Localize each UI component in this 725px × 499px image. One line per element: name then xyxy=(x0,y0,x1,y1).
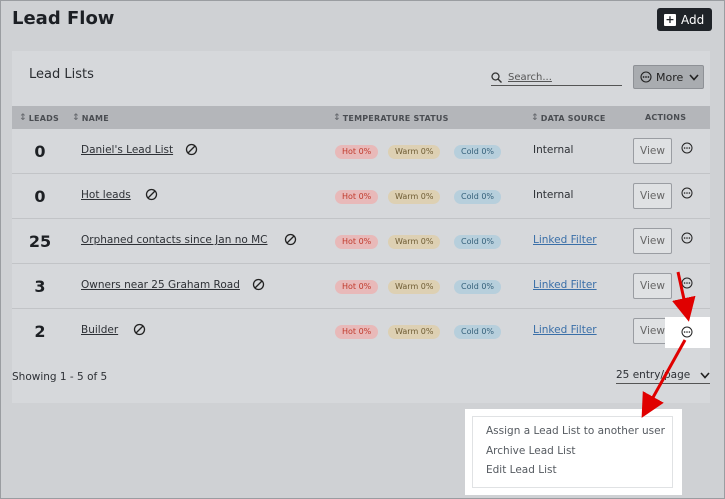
col-actions-label: ACTIONS xyxy=(645,113,687,122)
view-button[interactable]: View xyxy=(633,228,672,254)
sort-icon: ↕ xyxy=(19,113,27,123)
data-source: Internal xyxy=(533,144,574,156)
lead-count: 0 xyxy=(34,187,46,206)
table-header: ↕ LEADS ↕ NAME ↕ TEMPERATURE STATUS ↕ DATA S… xyxy=(12,106,710,129)
chevron-down-icon xyxy=(700,371,710,379)
warm-badge: Warm 0% xyxy=(388,145,441,159)
list-name-link[interactable]: Builder xyxy=(81,324,118,336)
menu-item-edit[interactable]: Edit Lead List xyxy=(486,464,557,476)
hot-badge: Hot 0% xyxy=(335,280,379,294)
warm-badge: Warm 0% xyxy=(388,325,441,339)
col-temperature-label: TEMPERATURE STATUS xyxy=(342,113,449,123)
cold-badge: Cold 0% xyxy=(454,235,502,249)
col-name-label: NAME xyxy=(81,113,109,123)
menu-item-assign[interactable]: Assign a Lead List to another user xyxy=(486,425,665,437)
ban-icon[interactable] xyxy=(284,233,297,246)
chevron-down-icon xyxy=(689,73,699,81)
cold-badge: Cold 0% xyxy=(454,145,502,159)
ban-icon[interactable] xyxy=(185,143,198,156)
row-actions-icon[interactable] xyxy=(681,326,693,338)
lead-count: 2 xyxy=(34,322,46,341)
list-name-link[interactable]: Daniel's Lead List xyxy=(81,144,173,156)
row-actions-icon[interactable] xyxy=(681,232,693,244)
row-actions-icon[interactable] xyxy=(681,277,693,289)
page-title: Lead Flow xyxy=(12,8,115,29)
data-source-link[interactable]: Linked Filter xyxy=(533,234,597,246)
hot-badge: Hot 0% xyxy=(335,145,379,159)
col-source-label: DATA SOURCE xyxy=(540,113,606,123)
page-size-select[interactable]: 25 entry/page xyxy=(616,367,710,384)
ban-icon[interactable] xyxy=(252,278,265,291)
table-body: 0 Daniel's Lead List Hot 0% Warm 0% Cold… xyxy=(12,129,710,354)
search-icon xyxy=(491,71,502,83)
more-dots-icon xyxy=(640,71,652,83)
hot-badge: Hot 0% xyxy=(335,190,379,204)
pagination-summary: Showing 1 - 5 of 5 xyxy=(12,371,108,383)
row-actions-icon[interactable] xyxy=(681,142,693,154)
plus-icon: + xyxy=(664,12,676,26)
ban-icon[interactable] xyxy=(145,188,158,201)
table-row: 2 Builder Hot 0% Warm 0% Cold 0% Linked … xyxy=(12,309,710,354)
col-leads-label: LEADS xyxy=(28,113,59,123)
lead-count: 3 xyxy=(34,277,46,296)
col-name[interactable]: ↕ NAME xyxy=(72,113,109,123)
list-name-link[interactable]: Owners near 25 Graham Road xyxy=(81,279,240,291)
card-title: Lead Lists xyxy=(29,67,94,82)
sort-icon: ↕ xyxy=(333,113,341,123)
col-temperature[interactable]: ↕ TEMPERATURE STATUS xyxy=(333,113,449,123)
warm-badge: Warm 0% xyxy=(388,280,441,294)
data-source-link[interactable]: Linked Filter xyxy=(533,324,597,336)
more-button-label: More xyxy=(656,70,684,84)
page-size-value: 25 entry/page xyxy=(616,369,691,381)
add-button[interactable]: + Add xyxy=(657,8,712,31)
row-actions-icon[interactable] xyxy=(681,187,693,199)
hot-badge: Hot 0% xyxy=(335,325,379,339)
table-row: 25 Orphaned contacts since Jan no MC Hot… xyxy=(12,219,710,264)
data-source: Internal xyxy=(533,189,574,201)
card-header: Lead Lists More xyxy=(12,51,710,106)
warm-badge: Warm 0% xyxy=(388,235,441,249)
view-button[interactable]: View xyxy=(633,183,672,209)
table-row: 0 Daniel's Lead List Hot 0% Warm 0% Cold… xyxy=(12,129,710,174)
table-row: 0 Hot leads Hot 0% Warm 0% Cold 0% Inter… xyxy=(12,174,710,219)
view-button[interactable]: View xyxy=(633,138,672,164)
lead-count: 25 xyxy=(28,232,52,251)
search-box[interactable] xyxy=(491,69,622,86)
sort-icon: ↕ xyxy=(72,113,80,123)
cold-badge: Cold 0% xyxy=(454,325,502,339)
menu-item-archive[interactable]: Archive Lead List xyxy=(486,445,576,457)
more-button[interactable]: More xyxy=(633,65,704,89)
col-actions: ACTIONS xyxy=(645,113,686,122)
col-source[interactable]: ↕ DATA SOURCE xyxy=(531,113,606,123)
top-bar: Lead Flow + Add xyxy=(1,1,724,37)
list-name-link[interactable]: Hot leads xyxy=(81,189,131,201)
cold-badge: Cold 0% xyxy=(454,280,502,294)
sort-icon: ↕ xyxy=(531,113,539,123)
view-button[interactable]: View xyxy=(633,273,672,299)
lead-count: 0 xyxy=(34,142,46,161)
ban-icon[interactable] xyxy=(133,323,146,336)
cold-badge: Cold 0% xyxy=(454,190,502,204)
search-input[interactable] xyxy=(508,71,613,83)
row-actions-menu: Assign a Lead List to another user Archi… xyxy=(472,416,673,488)
add-button-label: Add xyxy=(681,12,705,27)
data-source-link[interactable]: Linked Filter xyxy=(533,279,597,291)
hot-badge: Hot 0% xyxy=(335,235,379,249)
lead-lists-card: Lead Lists More ↕LEADS ↕NAME ↕TEMPERATUR… xyxy=(12,51,710,403)
col-leads[interactable]: ↕ LEADS xyxy=(19,113,59,123)
warm-badge: Warm 0% xyxy=(388,190,441,204)
list-name-link[interactable]: Orphaned contacts since Jan no MC xyxy=(81,234,268,246)
active-row-actions[interactable] xyxy=(665,317,710,348)
table-row: 3 Owners near 25 Graham Road Hot 0% Warm… xyxy=(12,264,710,309)
